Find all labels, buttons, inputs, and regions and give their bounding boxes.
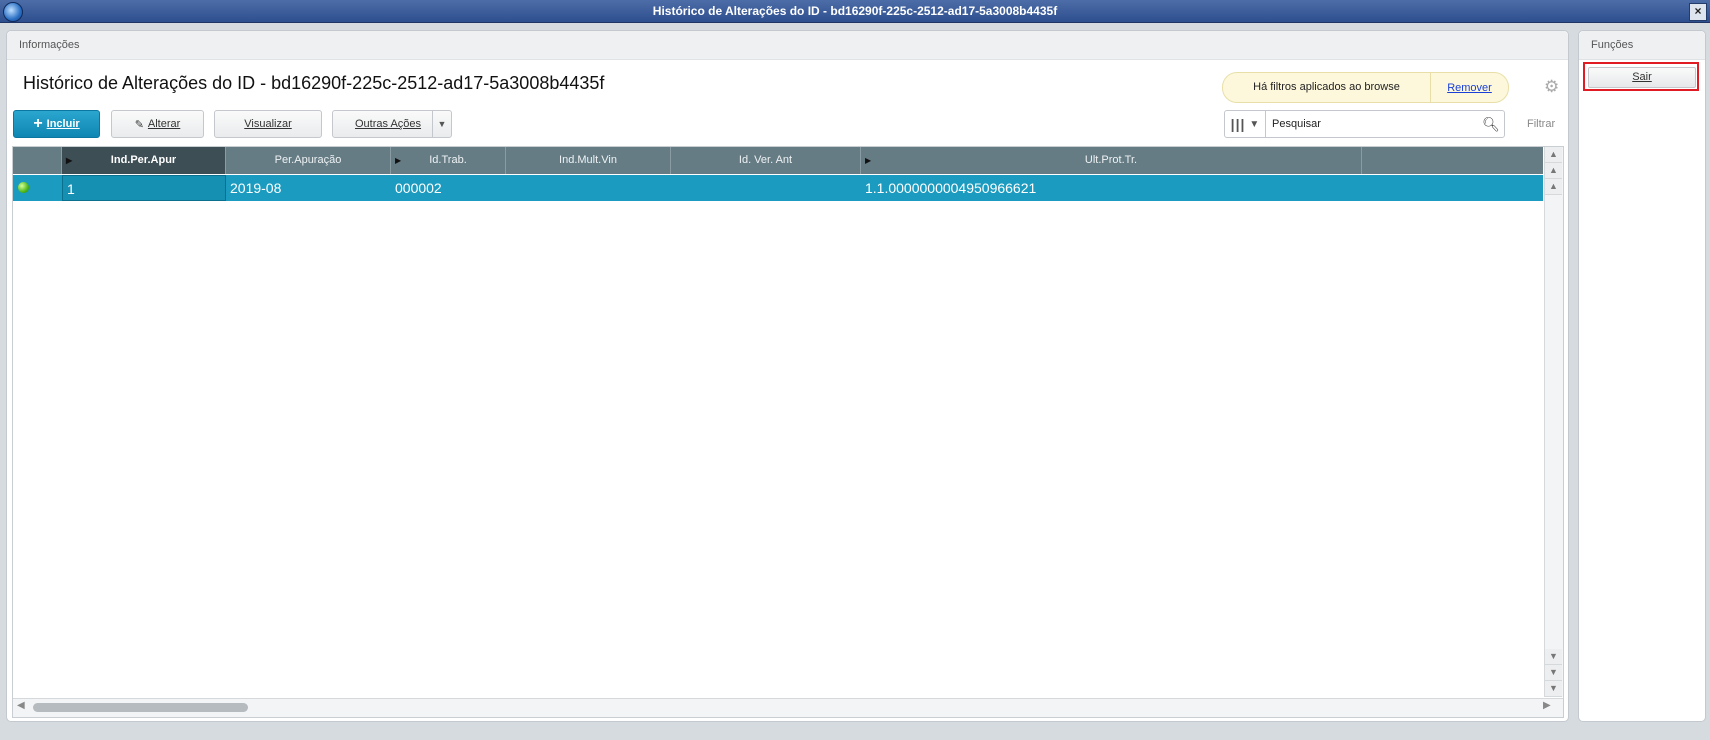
- page-title: Histórico de Alterações do ID - bd16290f…: [23, 73, 605, 93]
- scroll-bottom-icon[interactable]: ▼: [1545, 681, 1562, 697]
- scroll-left-icon[interactable]: ◀: [17, 700, 25, 711]
- alterar-button[interactable]: ✎ Alterar: [111, 110, 204, 138]
- window-title: Histórico de Alterações do ID - bd16290f…: [652, 4, 1058, 18]
- scroll-down-icon[interactable]: ▼: [1545, 649, 1562, 665]
- scroll-up-icon[interactable]: ▲: [1545, 147, 1562, 163]
- column-header-id-trab[interactable]: ▶ Id.Trab.: [391, 147, 506, 174]
- status-cell: [13, 175, 62, 201]
- sort-arrow-icon: ▶: [66, 156, 73, 165]
- main-panel: Informações Histórico de Alterações do I…: [6, 30, 1569, 722]
- window-titlebar: Histórico de Alterações do ID - bd16290f…: [0, 0, 1710, 23]
- functions-panel: Funções Sair: [1578, 30, 1706, 722]
- search-input[interactable]: [1266, 117, 1478, 131]
- filtrar-link[interactable]: Filtrar: [1527, 118, 1555, 130]
- scroll-page-up-icon[interactable]: ▲: [1545, 163, 1562, 179]
- pencil-icon: ✎: [134, 118, 144, 131]
- gear-icon[interactable]: ⚙: [1544, 77, 1559, 97]
- column-header-ult-prot-tr[interactable]: ▶ Ult.Prot.Tr.: [861, 147, 1362, 174]
- scroll-page-down-icon[interactable]: ▼: [1545, 665, 1562, 681]
- cell-id-ver-ant[interactable]: [671, 175, 861, 201]
- column-header-ind-per-apur[interactable]: ▶ Ind.Per.Apur: [62, 147, 226, 174]
- filter-notice-text: Há filtros aplicados ao browse: [1223, 73, 1431, 102]
- incluir-button[interactable]: + Incluir: [13, 110, 100, 138]
- horizontal-scroll-thumb[interactable]: [33, 703, 248, 712]
- table-row[interactable]: 1 2019-08 000002 1.1.0000000004950966621: [13, 175, 1543, 201]
- column-header-per-apuracao[interactable]: Per.Apuração: [226, 147, 391, 174]
- chevron-down-icon[interactable]: ▼: [432, 111, 451, 137]
- alterar-label: Alterar: [147, 118, 181, 130]
- plus-icon: +: [33, 115, 43, 132]
- cell-ult-prot-tr[interactable]: 1.1.0000000004950966621: [861, 175, 1362, 201]
- vertical-scrollbar[interactable]: ▲ ▲ ▲ ▼ ▼ ▼: [1544, 147, 1563, 697]
- scroll-right-icon[interactable]: ▶: [1543, 700, 1551, 711]
- filter-notice: Há filtros aplicados ao browse Remover: [1222, 72, 1509, 103]
- cell-per-apuracao[interactable]: 2019-08: [226, 175, 391, 201]
- window-close-button[interactable]: ×: [1689, 3, 1707, 21]
- status-green-icon: [18, 182, 29, 193]
- outras-acoes-button[interactable]: Outras Ações ▼: [332, 110, 452, 138]
- column-header-id-ver-ant[interactable]: Id. Ver. Ant: [671, 147, 861, 174]
- chevron-down-icon: ▼: [1249, 118, 1260, 130]
- scroll-top-icon[interactable]: ▲: [1545, 179, 1562, 195]
- visualizar-label: Visualizar: [244, 118, 292, 130]
- search-icon[interactable]: 🔍︎: [1478, 116, 1504, 133]
- informacoes-header: Informações: [7, 31, 1568, 60]
- column-header-ind-mult-vin[interactable]: Ind.Mult.Vin: [506, 147, 671, 174]
- grid-header: ▶ Ind.Per.Apur Per.Apuração ▶ Id.Trab. I…: [13, 147, 1543, 174]
- visualizar-button[interactable]: Visualizar: [214, 110, 322, 138]
- sort-arrow-icon: ▶: [395, 156, 402, 165]
- app-logo-icon[interactable]: [3, 2, 23, 22]
- cell-id-trab[interactable]: 000002: [391, 175, 506, 201]
- sair-highlight: Sair: [1583, 62, 1699, 91]
- incluir-label: Incluir: [46, 118, 80, 130]
- empty-column-header: [1362, 147, 1543, 174]
- outras-acoes-label: Outras Ações: [355, 118, 422, 130]
- cell-ind-per-apur[interactable]: 1: [62, 175, 226, 201]
- data-grid: ▶ Ind.Per.Apur Per.Apuração ▶ Id.Trab. I…: [12, 146, 1564, 718]
- columns-icon[interactable]: ||| ▼: [1225, 111, 1266, 137]
- status-column-header: [13, 147, 62, 174]
- horizontal-scrollbar[interactable]: ◀ ▶: [13, 698, 1563, 717]
- sort-arrow-icon: ▶: [865, 156, 872, 165]
- sair-button[interactable]: Sair: [1588, 67, 1696, 88]
- funcoes-header: Funções: [1579, 31, 1705, 60]
- columns-bars-icon: |||: [1230, 116, 1246, 132]
- remove-filter-link[interactable]: Remover: [1431, 82, 1508, 94]
- search-box: ||| ▼ 🔍︎: [1224, 110, 1505, 138]
- cell-ind-mult-vin[interactable]: [506, 175, 671, 201]
